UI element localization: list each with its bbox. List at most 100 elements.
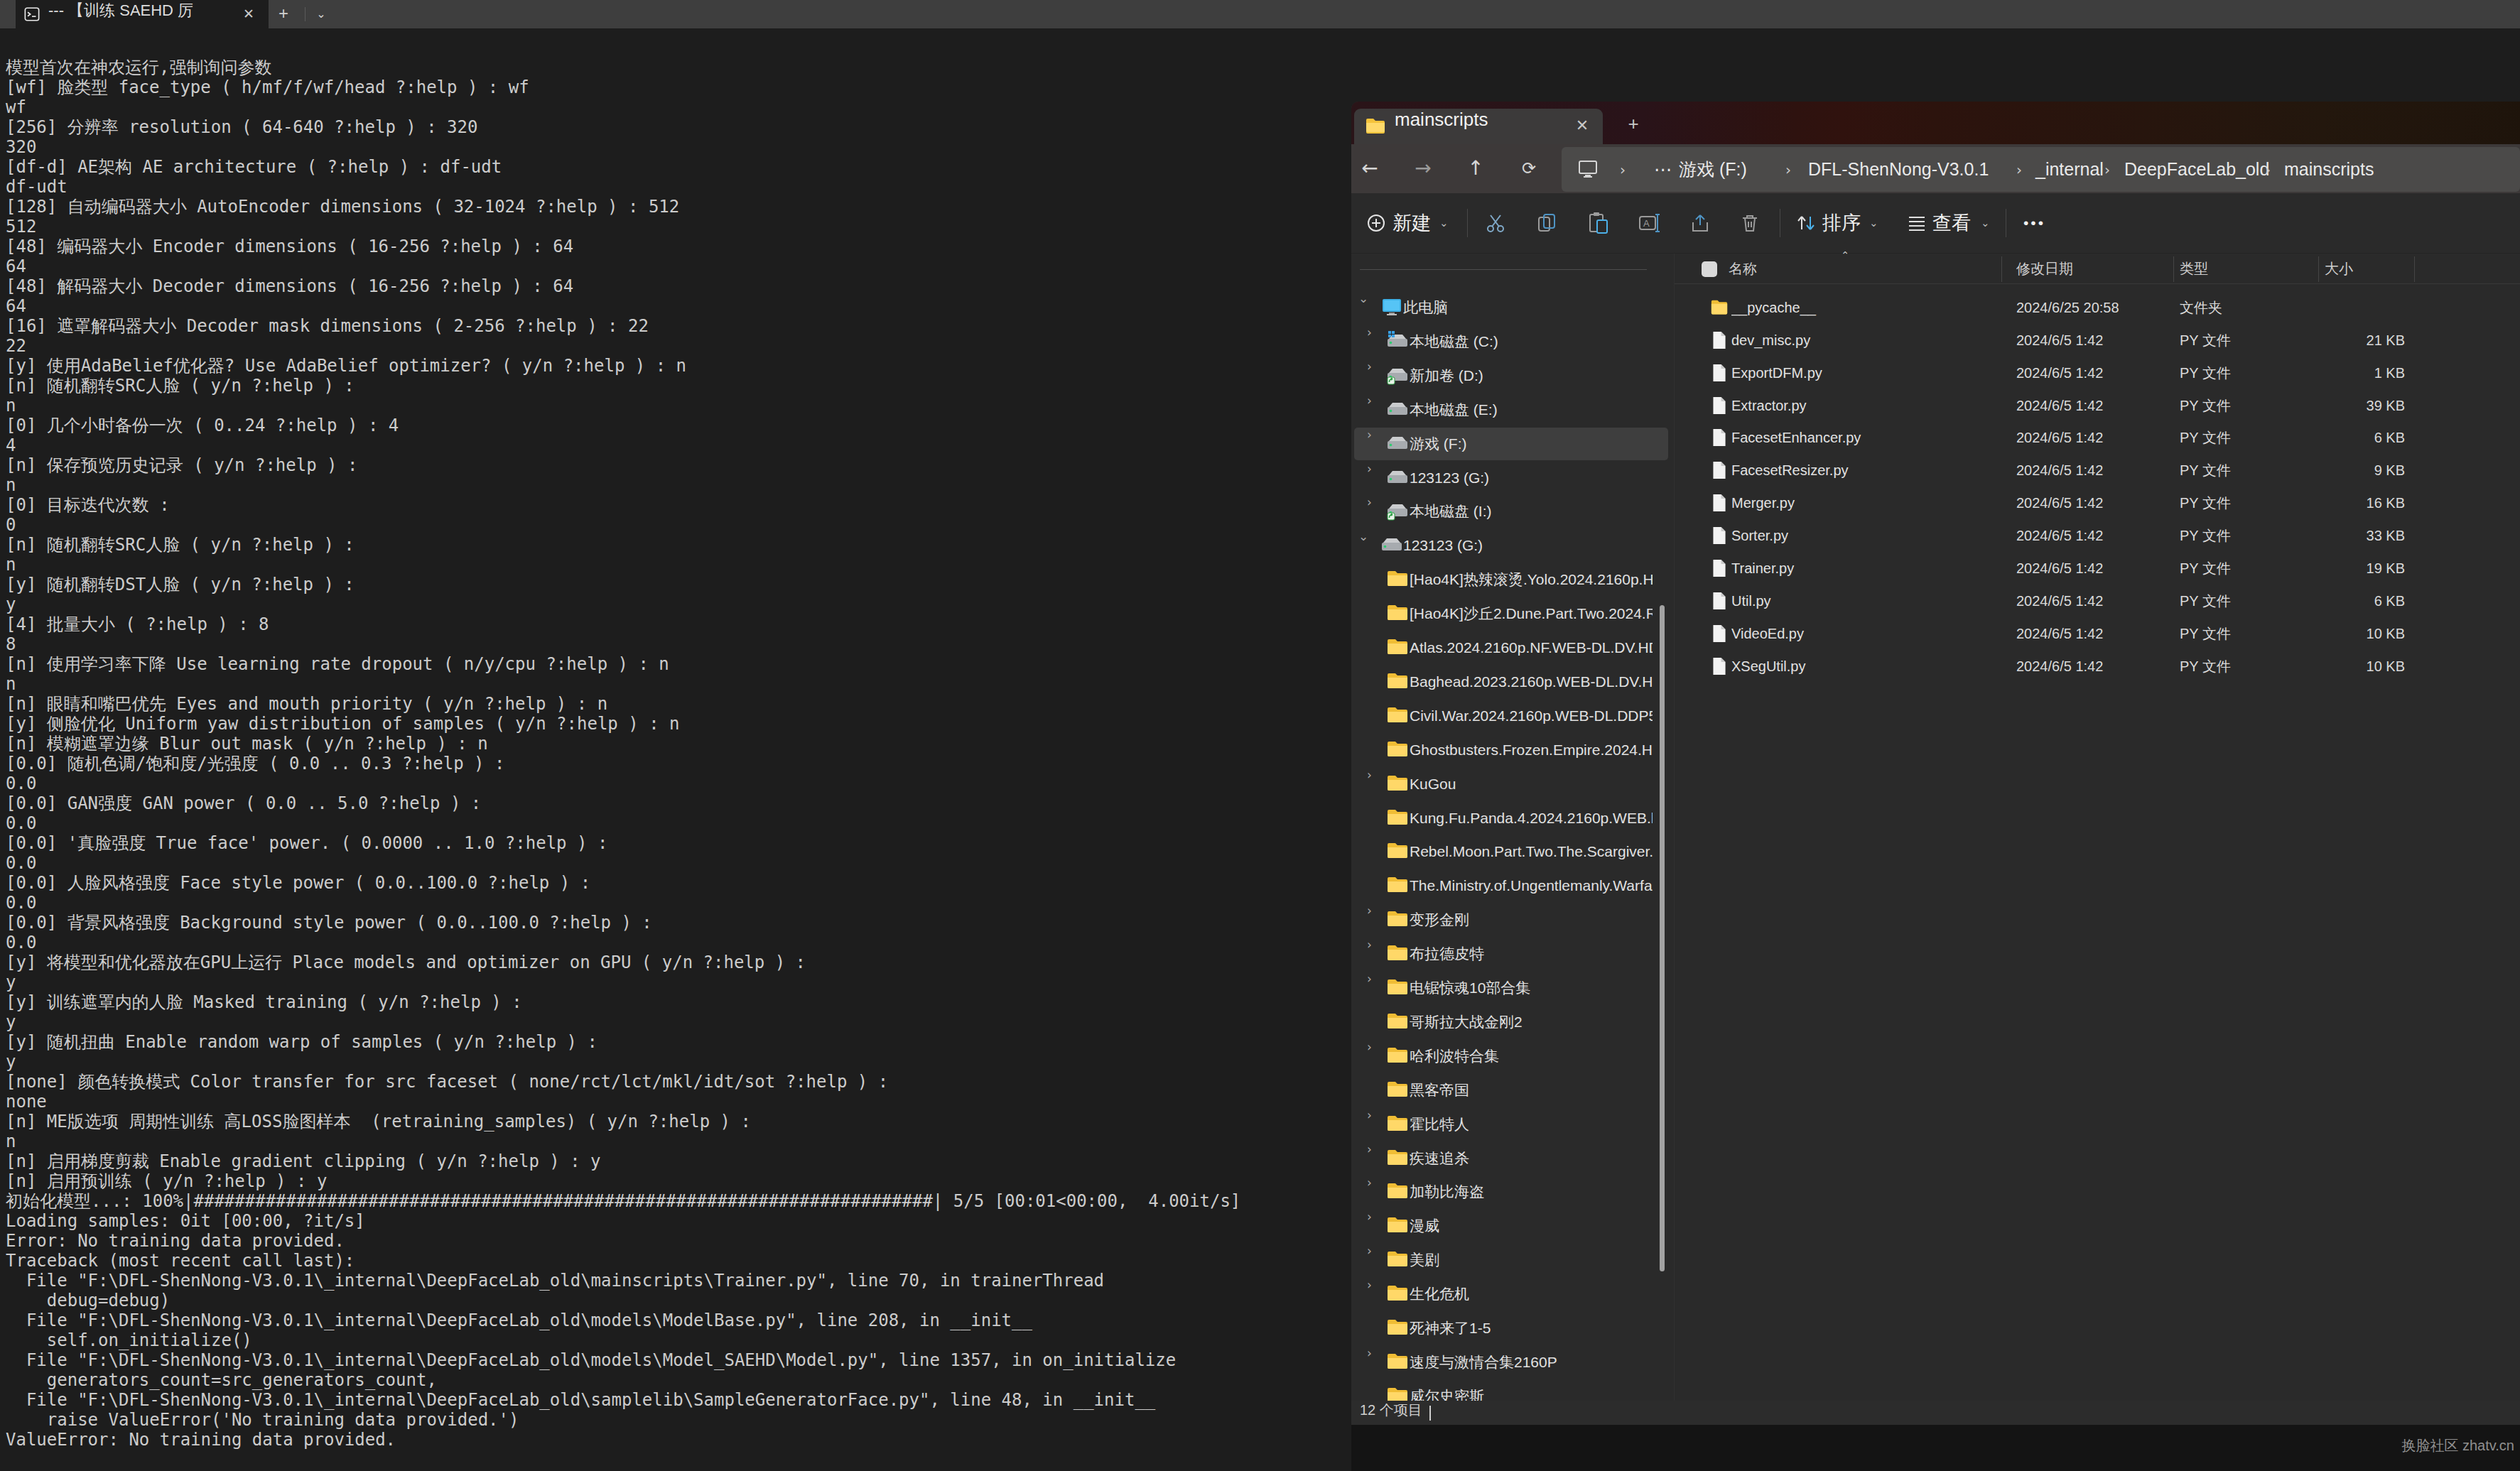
chevron-right-icon[interactable]: › — [1367, 1108, 1372, 1139]
chevron-right-icon[interactable]: › — [1367, 1142, 1372, 1173]
tree-item[interactable]: ›疾速追杀 — [1354, 1142, 1668, 1175]
file-row[interactable]: FacesetEnhancer.py2024/6/5 1:42PY 文件6 KB — [1675, 422, 2520, 453]
chevron-down-icon[interactable]: ⌄ — [1358, 291, 1368, 322]
file-row[interactable]: Trainer.py2024/6/5 1:42PY 文件19 KB — [1675, 553, 2520, 584]
forward-button[interactable]: → — [1407, 154, 1439, 183]
chevron-right-icon[interactable]: › — [1367, 1040, 1372, 1071]
column-separator[interactable] — [2414, 256, 2415, 282]
chevron-right-icon[interactable]: › — [1367, 495, 1372, 526]
rename-icon[interactable]: A — [1638, 211, 1662, 235]
tree-item[interactable]: ›新加卷 (D:) — [1354, 359, 1668, 392]
paste-icon[interactable] — [1586, 211, 1611, 235]
new-button[interactable]: 新建 — [1393, 193, 1431, 253]
column-header-type[interactable]: 类型 — [2180, 254, 2208, 283]
chevron-right-icon[interactable]: › — [1367, 428, 1372, 459]
tree-item[interactable]: ›生化危机 — [1354, 1278, 1668, 1310]
tree-item[interactable]: 威尔史密斯 — [1354, 1380, 1668, 1401]
tree-item[interactable]: ›电锯惊魂10部合集 — [1354, 972, 1668, 1004]
file-row[interactable]: ExportDFM.py2024/6/5 1:42PY 文件1 KB — [1675, 357, 2520, 389]
chevron-down-icon[interactable]: ⌄ — [1358, 529, 1368, 560]
chevron-right-icon[interactable]: › — [1367, 1278, 1372, 1309]
chevron-right-icon[interactable]: › — [1367, 768, 1372, 799]
more-options-icon[interactable]: ••• — [2023, 193, 2045, 253]
chevron-right-icon[interactable]: › — [1367, 1244, 1372, 1275]
terminal-new-tab-button[interactable]: + — [273, 4, 294, 24]
share-icon[interactable] — [1689, 211, 1713, 235]
terminal-tab-close-icon[interactable]: ✕ — [237, 4, 260, 24]
file-row[interactable]: Merger.py2024/6/5 1:42PY 文件16 KB — [1675, 487, 2520, 519]
tree-item[interactable]: ›KuGou — [1354, 768, 1668, 800]
explorer-tab[interactable]: mainscripts ✕ — [1354, 109, 1603, 144]
terminal-tab-dropdown-icon[interactable]: ⌄ — [310, 4, 332, 24]
breadcrumb-segment[interactable]: mainscripts — [2284, 147, 2374, 192]
chevron-right-icon[interactable]: › — [1367, 393, 1372, 425]
select-all-checkbox[interactable] — [1702, 261, 1717, 277]
chevron-right-icon[interactable]: › — [1367, 1346, 1372, 1377]
file-row[interactable]: FacesetResizer.py2024/6/5 1:42PY 文件9 KB — [1675, 455, 2520, 486]
terminal-tab[interactable]: --- 【训练 SAEHD 厉 ✕ — [16, 0, 269, 28]
sort-button[interactable]: 排序 — [1822, 193, 1861, 253]
tree-item[interactable]: [Hao4K]热辣滚烫.Yolo.2024.2160p.HQ.WEB-DL.H — [1354, 563, 1668, 596]
tree-item[interactable]: ›123123 (G:) — [1354, 462, 1668, 494]
breadcrumb-segment[interactable]: _internal — [2035, 147, 2104, 192]
tree-item[interactable]: ⌄123123 (G:) — [1354, 529, 1668, 562]
tree-item[interactable]: 黑客帝国 — [1354, 1074, 1668, 1107]
tree-item[interactable]: ›本地磁盘 (C:) — [1354, 325, 1668, 358]
explorer-new-tab-button[interactable]: + — [1622, 113, 1645, 134]
file-row[interactable]: VideoEd.py2024/6/5 1:42PY 文件10 KB — [1675, 618, 2520, 649]
tree-item[interactable]: ›加勒比海盗 — [1354, 1176, 1668, 1208]
file-row[interactable]: dev_misc.py2024/6/5 1:42PY 文件21 KB — [1675, 325, 2520, 356]
chevron-right-icon[interactable]: › — [1367, 1176, 1372, 1207]
chevron-right-icon[interactable]: › — [1367, 359, 1372, 391]
column-header-date[interactable]: 修改日期 — [2016, 254, 2073, 283]
tree-item[interactable]: Atlas.2024.2160p.NF.WEB-DL.DV.HDR.ENG.LA… — [1354, 631, 1668, 664]
tree-item[interactable]: The.Ministry.of.Ungentlemanly.Warfare.20… — [1354, 869, 1668, 902]
tree-item[interactable]: ›哈利波特合集 — [1354, 1040, 1668, 1073]
copy-icon[interactable] — [1535, 211, 1559, 235]
breadcrumb-segment[interactable]: DFL-ShenNong-V3.0.1 — [1808, 147, 1989, 192]
tree-item[interactable]: 哥斯拉大战金刚2 — [1354, 1006, 1668, 1038]
column-header-name[interactable]: 名称 — [1729, 254, 1757, 283]
file-row[interactable]: Sorter.py2024/6/5 1:42PY 文件33 KB — [1675, 520, 2520, 551]
tree-item[interactable]: Rebel.Moon.Part.Two.The.Scargiver.2024.2… — [1354, 835, 1668, 868]
tree-item[interactable]: Ghostbusters.Frozen.Empire.2024.HDR.2160… — [1354, 734, 1668, 766]
column-header-size[interactable]: 大小 — [2325, 254, 2353, 283]
tree-item[interactable]: ›速度与激情合集2160P — [1354, 1346, 1668, 1379]
breadcrumb-segment[interactable]: 游戏 (F:) — [1679, 147, 1747, 192]
tree-item[interactable]: ›变形金刚 — [1354, 903, 1668, 936]
tree-item[interactable]: ›美剧 — [1354, 1244, 1668, 1276]
breadcrumb-ellipsis[interactable]: ⋯ — [1654, 147, 1672, 192]
tree-item[interactable]: Civil.War.2024.2160p.WEB-DL.DDP5.1.Atmos… — [1354, 700, 1668, 732]
navigation-scrollbar[interactable] — [1660, 605, 1665, 1271]
explorer-tab-close-icon[interactable]: ✕ — [1569, 116, 1595, 138]
file-row[interactable]: XSegUtil.py2024/6/5 1:42PY 文件10 KB — [1675, 651, 2520, 682]
view-button[interactable]: 查看 — [1932, 193, 1971, 253]
tree-item[interactable]: Baghead.2023.2160p.WEB-DL.DV.HDR.H265.DD — [1354, 666, 1668, 698]
delete-icon[interactable] — [1738, 211, 1762, 235]
chevron-right-icon[interactable]: › — [1367, 972, 1372, 1003]
refresh-button[interactable]: ⟳ — [1513, 154, 1545, 183]
file-row[interactable]: Util.py2024/6/5 1:42PY 文件6 KB — [1675, 585, 2520, 617]
cut-icon[interactable] — [1483, 211, 1508, 235]
back-button[interactable]: ← — [1354, 154, 1385, 183]
tree-item[interactable]: ›布拉德皮特 — [1354, 938, 1668, 970]
address-bar[interactable]: ›⋯游戏 (F:)›DFL-ShenNong-V3.0.1›_internal›… — [1562, 147, 2520, 192]
chevron-right-icon[interactable]: › — [1367, 325, 1372, 357]
file-row[interactable]: __pycache__2024/6/25 20:58文件夹 — [1675, 292, 2520, 323]
tree-item[interactable]: ⌄此电脑 — [1354, 291, 1668, 324]
tree-item[interactable]: ›本地磁盘 (E:) — [1354, 393, 1668, 426]
column-separator[interactable] — [2318, 256, 2319, 282]
column-separator[interactable] — [2173, 256, 2174, 282]
chevron-right-icon[interactable]: › — [1367, 462, 1372, 493]
breadcrumb-segment[interactable]: DeepFaceLab_old — [2124, 147, 2269, 192]
up-button[interactable]: ↑ — [1460, 154, 1491, 183]
tree-item[interactable]: ›游戏 (F:) — [1354, 428, 1668, 460]
tree-item[interactable]: 死神来了1-5 — [1354, 1312, 1668, 1345]
tree-item[interactable]: [Hao4K]沙丘2.Dune.Part.Two.2024.REPACK.216 — [1354, 597, 1668, 630]
tree-item[interactable]: Kung.Fu.Panda.4.2024.2160p.WEB.h265-ETHE… — [1354, 802, 1668, 835]
tree-item[interactable]: ›漫威 — [1354, 1210, 1668, 1242]
chevron-right-icon[interactable]: › — [1367, 1210, 1372, 1241]
tree-item[interactable]: ›本地磁盘 (I:) — [1354, 495, 1668, 528]
chevron-right-icon[interactable]: › — [1367, 938, 1372, 969]
file-row[interactable]: Extractor.py2024/6/5 1:42PY 文件39 KB — [1675, 390, 2520, 421]
